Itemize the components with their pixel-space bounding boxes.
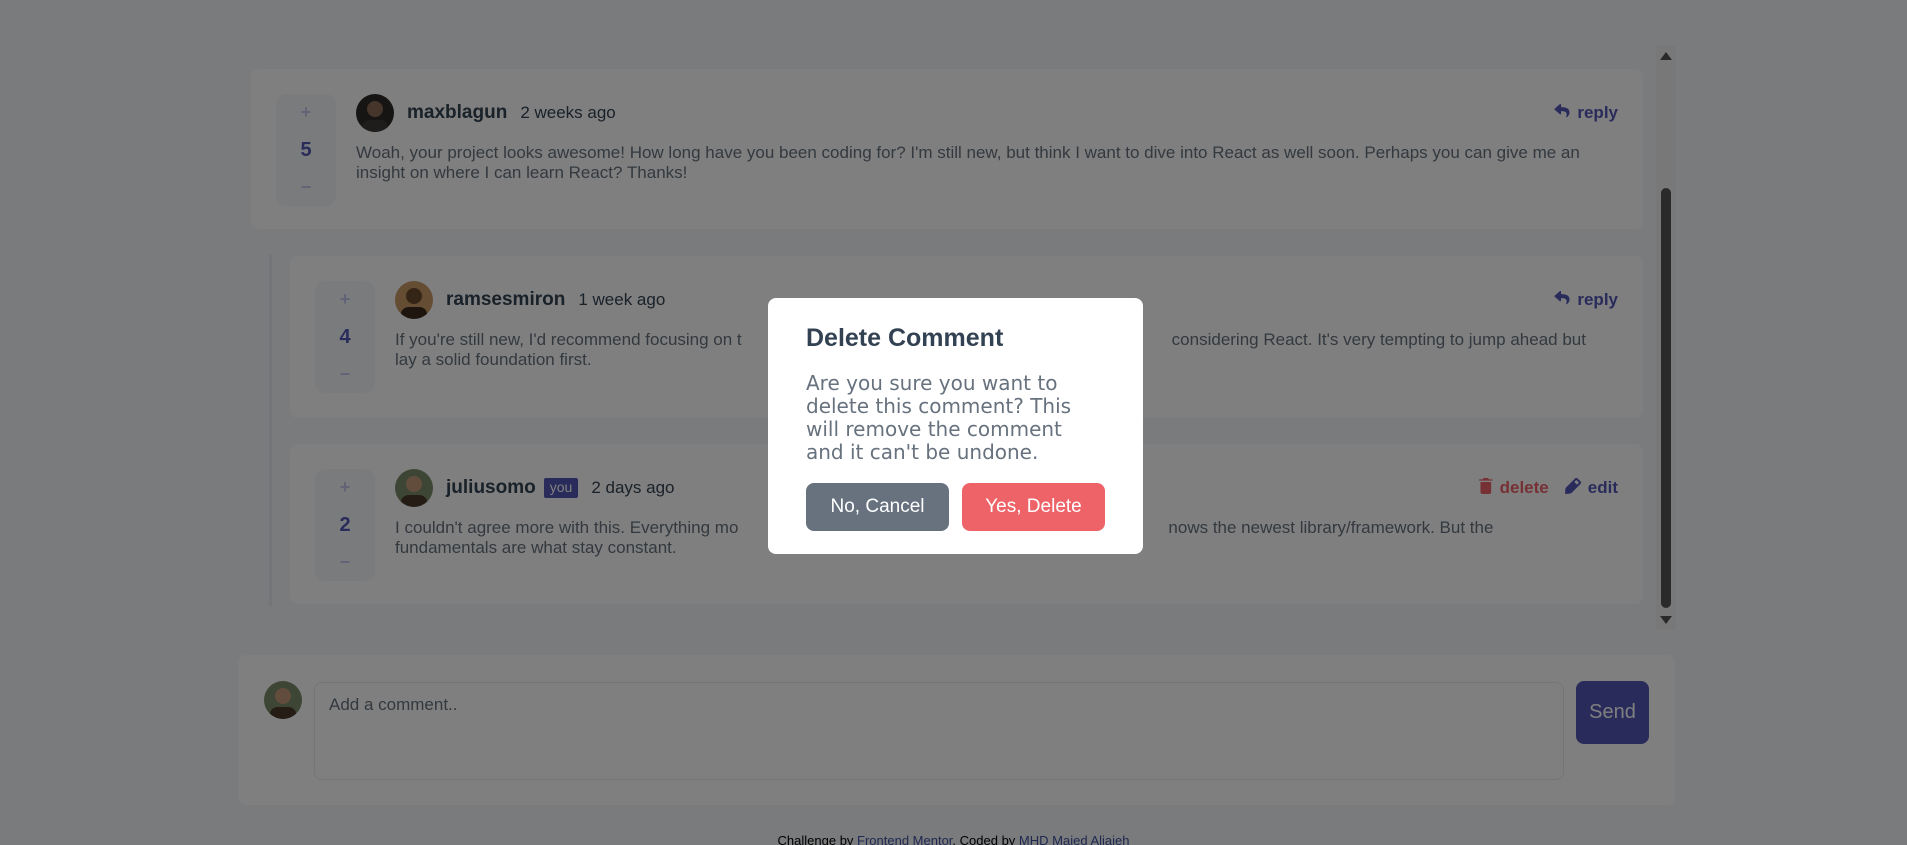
modal-body: Are you sure you want to delete this com… xyxy=(806,371,1072,464)
modal-actions: No, Cancel Yes, Delete xyxy=(806,483,1105,531)
page: + 5 − maxblagun 2 weeks ago reply Woah, … xyxy=(0,0,1907,845)
confirm-delete-button[interactable]: Yes, Delete xyxy=(962,483,1105,531)
modal-title: Delete Comment xyxy=(806,324,1004,352)
cancel-button[interactable]: No, Cancel xyxy=(806,483,949,531)
delete-modal: Delete Comment Are you sure you want to … xyxy=(768,298,1143,554)
